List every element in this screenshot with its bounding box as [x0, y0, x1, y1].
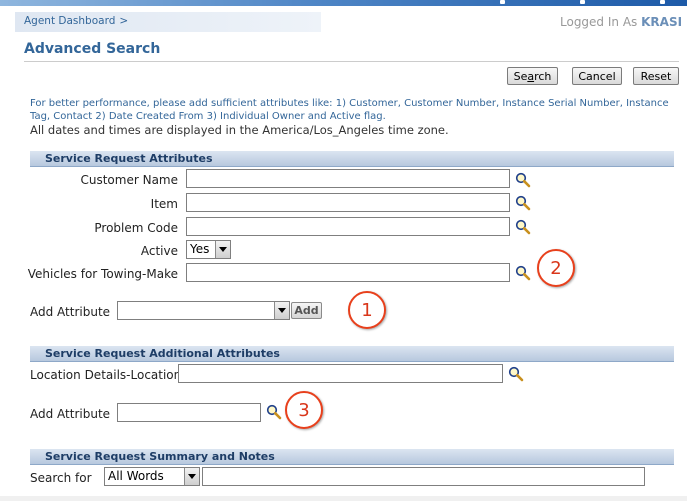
breadcrumb-separator: > — [119, 15, 129, 27]
timezone-note: All dates and times are displayed in the… — [30, 123, 449, 137]
add-attribute-input[interactable] — [117, 403, 261, 422]
performance-instructions: For better performance, please add suffi… — [30, 98, 669, 122]
search-icon[interactable] — [515, 195, 531, 211]
search-mode-select[interactable]: All Words — [104, 467, 200, 486]
customer-name-label: Customer Name — [80, 173, 178, 187]
vehicles-label: Vehicles for Towing-Make — [27, 267, 178, 281]
add-button-label: Add — [294, 304, 319, 317]
add-attribute-label: Add Attribute — [30, 305, 111, 319]
breadcrumb[interactable]: Agent Dashboard > — [24, 15, 128, 27]
search-button-label: Search — [513, 69, 552, 83]
chevron-down-icon[interactable] — [184, 468, 199, 485]
bottom-edge — [0, 496, 687, 501]
chevron-down-icon[interactable] — [215, 241, 230, 258]
problem-code-input[interactable] — [186, 217, 510, 236]
page-title: Advanced Search — [24, 41, 161, 57]
section-title: Service Request Attributes — [45, 152, 213, 165]
callout-1: 1 — [348, 291, 386, 329]
breadcrumb-link[interactable]: Agent Dashboard — [24, 15, 115, 27]
item-label: Item — [150, 197, 178, 211]
section-title: Service Request Additional Attributes — [45, 347, 280, 360]
search-icon[interactable] — [508, 366, 524, 382]
customer-name-input[interactable] — [186, 169, 510, 188]
cancel-button-label: Cancel — [578, 69, 616, 83]
section-title: Service Request Summary and Notes — [45, 450, 275, 463]
add-attribute-select[interactable] — [117, 301, 290, 320]
active-select-value: Yes — [190, 242, 210, 256]
location-label: Location Details-Location — [30, 368, 182, 382]
section-header-additional: Service Request Additional Attributes — [30, 346, 674, 362]
search-mode-value: All Words — [108, 469, 164, 483]
callout-3: 3 — [285, 391, 323, 429]
active-label: Active — [140, 244, 178, 258]
callout-2: 2 — [537, 249, 575, 287]
search-icon[interactable] — [515, 219, 531, 235]
search-for-label: Search for — [30, 471, 92, 485]
logged-in-prefix: Logged In As — [560, 15, 638, 29]
vehicles-input[interactable] — [186, 263, 510, 282]
search-icon[interactable] — [515, 265, 531, 281]
title-divider — [24, 61, 679, 62]
search-for-input[interactable] — [202, 467, 645, 486]
search-icon[interactable] — [266, 404, 282, 420]
add-button[interactable]: Add — [291, 302, 322, 319]
search-button[interactable]: Search — [507, 67, 558, 85]
chevron-down-icon[interactable] — [274, 302, 289, 319]
section-header-summary: Service Request Summary and Notes — [30, 449, 674, 465]
cancel-button[interactable]: Cancel — [572, 67, 622, 85]
logged-in-status: Logged In As KRASI — [560, 15, 682, 29]
reset-button-label: Reset — [640, 69, 672, 83]
add-attribute-label-2: Add Attribute — [30, 407, 111, 421]
search-icon[interactable] — [515, 172, 531, 188]
item-input[interactable] — [186, 193, 510, 212]
location-input[interactable] — [178, 364, 503, 383]
banner-decoration — [430, 0, 687, 6]
problem-code-label: Problem Code — [94, 221, 178, 235]
logged-in-user: KRASI — [641, 15, 683, 29]
reset-button[interactable]: Reset — [633, 67, 679, 85]
section-header-attributes: Service Request Attributes — [30, 151, 674, 167]
active-select[interactable]: Yes — [186, 240, 231, 259]
